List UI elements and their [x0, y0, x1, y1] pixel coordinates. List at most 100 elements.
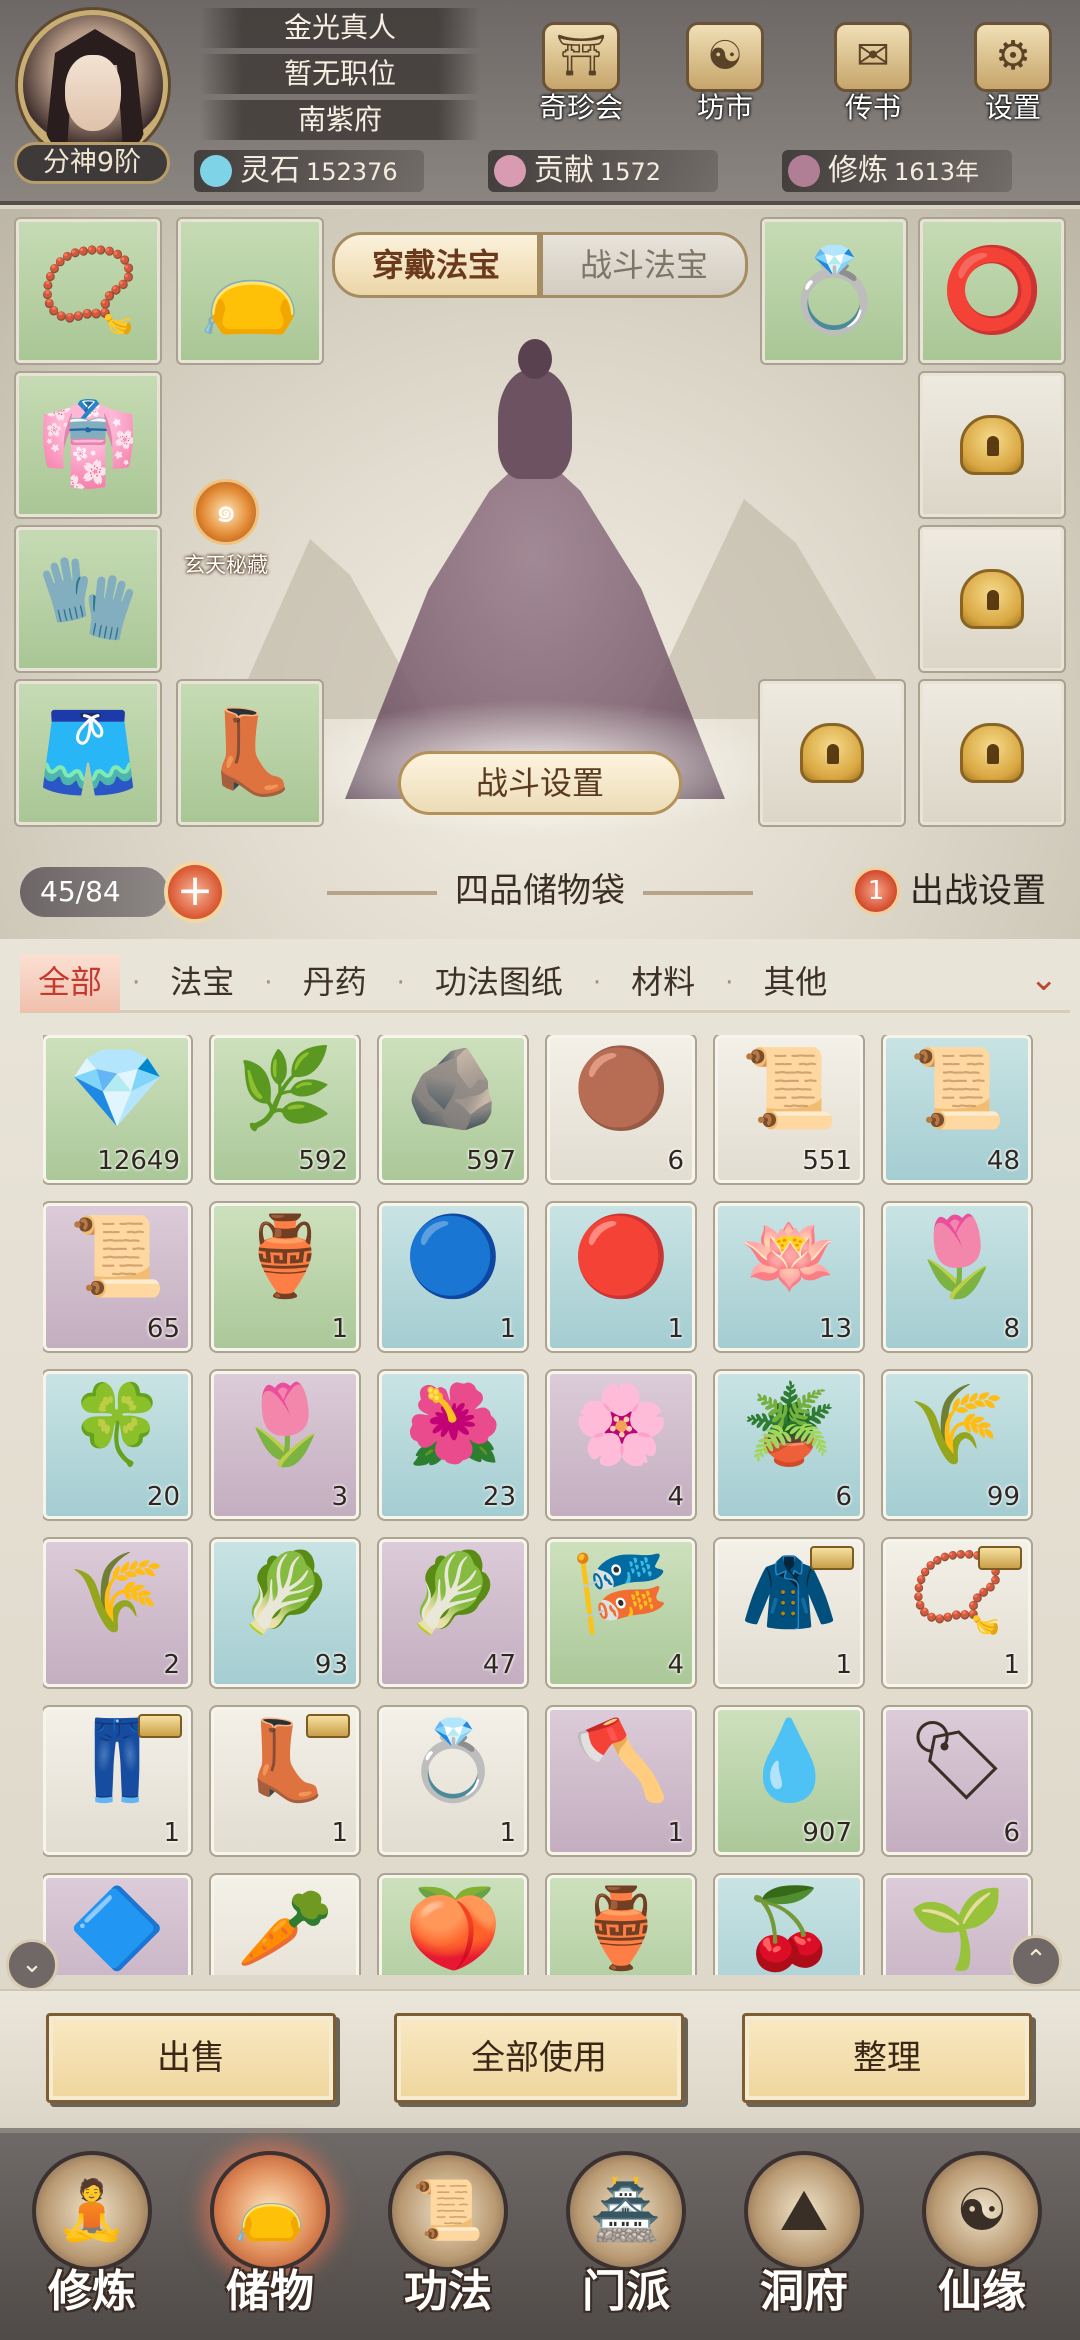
scroll-up-button[interactable]: ⌃ [1010, 1935, 1062, 1987]
item-count: 1 [835, 1650, 852, 1680]
inventory-item[interactable]: 🏺 [545, 1873, 697, 1975]
inventory-item[interactable]: 🪨 597 [377, 1035, 529, 1185]
inventory-item[interactable]: 🔷 [43, 1873, 193, 1975]
inventory-item[interactable]: 👢 1 [209, 1705, 361, 1857]
item-count: 6 [1003, 1818, 1020, 1848]
inventory-item[interactable]: 🌺 23 [377, 1369, 529, 1521]
tab-battle-treasures[interactable]: 战斗法宝 [540, 232, 748, 298]
use-all-button[interactable]: 全部使用 [394, 2013, 684, 2103]
inventory-item[interactable]: 💧 907 [713, 1705, 865, 1857]
equip-slot-locked[interactable] [918, 679, 1066, 827]
nav-technique[interactable]: 📜 功法 [368, 2151, 528, 2340]
inventory-item[interactable]: 🪷 13 [713, 1201, 865, 1353]
fruit-plant-icon: 🌱 [908, 1884, 1006, 1974]
inventory-item[interactable]: 🏺 1 [209, 1201, 361, 1353]
expand-bag-button[interactable]: + [164, 861, 226, 923]
equip-slot-pouch[interactable]: 👝 [176, 217, 324, 365]
inventory-item[interactable]: 📜 65 [43, 1201, 193, 1353]
equip-slot-locked[interactable] [918, 525, 1066, 673]
inventory-item[interactable]: 🎏 4 [545, 1537, 697, 1689]
inventory-item[interactable]: 🔵 1 [377, 1201, 529, 1353]
player-avatar[interactable] [18, 10, 168, 160]
tab-all[interactable]: 全部 [20, 953, 121, 1012]
inventory-item[interactable]: 🏷 6 [881, 1705, 1033, 1857]
inventory-item[interactable]: 🧥 1 [713, 1537, 865, 1689]
item-count: 1 [331, 1314, 348, 1344]
inventory-item[interactable]: 🪓 1 [545, 1705, 697, 1857]
nav-storage[interactable]: 👝 储物 [190, 2151, 350, 2340]
inventory-item[interactable]: 🌾 2 [43, 1537, 193, 1689]
inventory-item[interactable]: 🌷 8 [881, 1201, 1033, 1353]
item-grid[interactable]: 💎 12649 🌿 592 🪨 597 🟤 6 📜 551 📜 48 📜 65 🏺 1 🔵 1 🔴 1 🪷 13 🌷 8 🍀 20… [43, 1035, 1043, 1975]
inventory-item[interactable]: 🌿 592 [209, 1035, 361, 1185]
inventory-item[interactable]: 📜 48 [881, 1035, 1033, 1185]
inventory-item[interactable]: 🌸 4 [545, 1369, 697, 1521]
inventory-item[interactable]: 🍒 [713, 1873, 865, 1975]
inventory-item[interactable]: 👖 1 [43, 1705, 193, 1857]
inventory-item[interactable]: 🍀 20 [43, 1369, 193, 1521]
nav-cultivate[interactable]: 🧘 修炼 [12, 2151, 172, 2340]
inventory-item[interactable]: 🔴 1 [545, 1201, 697, 1353]
tab-materials[interactable]: 材料 [613, 954, 713, 1012]
tab-worn-treasures[interactable]: 穿戴法宝 [332, 232, 540, 298]
settings-label: 设置 [984, 91, 1041, 124]
inventory-item[interactable]: 🌷 3 [209, 1369, 361, 1521]
nav-fate[interactable]: ☯ 仙缘 [902, 2151, 1062, 2340]
equip-slot-boots[interactable]: 👢 [176, 679, 324, 827]
scroll-down-button[interactable]: ⌄ [6, 1939, 58, 1991]
bag-title-row: 四品储物袋 [290, 863, 790, 919]
tab-other[interactable]: 其他 [745, 954, 845, 1012]
inventory-item[interactable]: 🥬 93 [209, 1537, 361, 1689]
resource-contribution[interactable]: 贡献 1572 [488, 150, 718, 192]
inventory-item[interactable]: 📿 1 [881, 1537, 1033, 1689]
nav-label: 储物 [226, 2266, 314, 2317]
equip-slot-glove[interactable]: 🧤 [14, 525, 162, 673]
tab-pills[interactable]: 丹药 [285, 954, 385, 1012]
inventory-item[interactable]: 🟤 6 [545, 1035, 697, 1185]
inventory-item[interactable]: 🥬 47 [377, 1537, 529, 1689]
player-position: 暂无职位 [200, 54, 480, 94]
storage-icon: 👝 [210, 2151, 330, 2271]
equip-slot-pants[interactable]: 🩳 [14, 679, 162, 827]
technique-icon: 📜 [388, 2151, 508, 2271]
token-icon: 🏷 [907, 1716, 1007, 1806]
equip-slot-necklace[interactable]: 📿 [14, 217, 162, 365]
deploy-settings-button[interactable]: 1 出战设置 [852, 861, 1046, 921]
letter-button[interactable]: ✉ 传书 [818, 22, 928, 132]
resource-spirit-stone[interactable]: 灵石 152376 [194, 150, 424, 192]
equip-slot-locked[interactable] [918, 371, 1066, 519]
sort-button[interactable]: 整理 [742, 2013, 1032, 2103]
lock-icon [960, 723, 1024, 783]
inventory-item[interactable]: 🌾 99 [881, 1369, 1033, 1521]
ring-icon: 💍 [404, 1716, 502, 1806]
item-count: 65 [146, 1314, 180, 1344]
inventory-panel: 全部 · 法宝 · 丹药 · 功法图纸 · 材料 · 其他 ⌄ 💎 12649 🌿 5… [0, 939, 1080, 2124]
settings-button[interactable]: ⚙ 设置 [958, 22, 1068, 132]
secret-treasure-button[interactable]: ๑ 玄天秘藏 [178, 479, 274, 579]
equip-slot-ring-1[interactable]: 💍 [760, 217, 908, 365]
inventory-item[interactable]: 🥕 [209, 1873, 361, 1975]
battle-settings-button[interactable]: 战斗设置 [398, 751, 682, 815]
equipment-tabs: 穿戴法宝 战斗法宝 [332, 232, 748, 298]
tab-treasures[interactable]: 法宝 [152, 954, 252, 1012]
inventory-item[interactable]: 🪴 6 [713, 1369, 865, 1521]
equip-slot-locked[interactable] [758, 679, 906, 827]
equip-slot-ring-2[interactable]: ⭕ [918, 217, 1066, 365]
inventory-item[interactable]: 📜 551 [713, 1035, 865, 1185]
lock-icon [800, 723, 864, 783]
deploy-count-badge: 1 [852, 867, 900, 915]
inventory-item[interactable]: 💍 1 [377, 1705, 529, 1857]
treasure-hall-button[interactable]: ⛩ 奇珍会 [526, 22, 636, 132]
inventory-item[interactable]: 🍑 [377, 1873, 529, 1975]
sell-button[interactable]: 出售 [46, 2013, 336, 2103]
nav-sect[interactable]: 🏯 门派 [546, 2151, 706, 2340]
nav-cave[interactable]: ⛰ 洞府 [724, 2151, 884, 2340]
tab-techniques[interactable]: 功法图纸 [417, 954, 581, 1012]
contribution-icon [494, 155, 526, 187]
inventory-item[interactable]: 🌱 [881, 1873, 1033, 1975]
inventory-item[interactable]: 💎 12649 [43, 1035, 193, 1185]
equip-slot-robe[interactable]: 👘 [14, 371, 162, 519]
market-button[interactable]: ☯ 坊市 [670, 22, 780, 132]
chevron-down-icon[interactable]: ⌄ [1030, 959, 1059, 999]
resource-cultivation[interactable]: 修炼 1613年 [782, 150, 1012, 192]
